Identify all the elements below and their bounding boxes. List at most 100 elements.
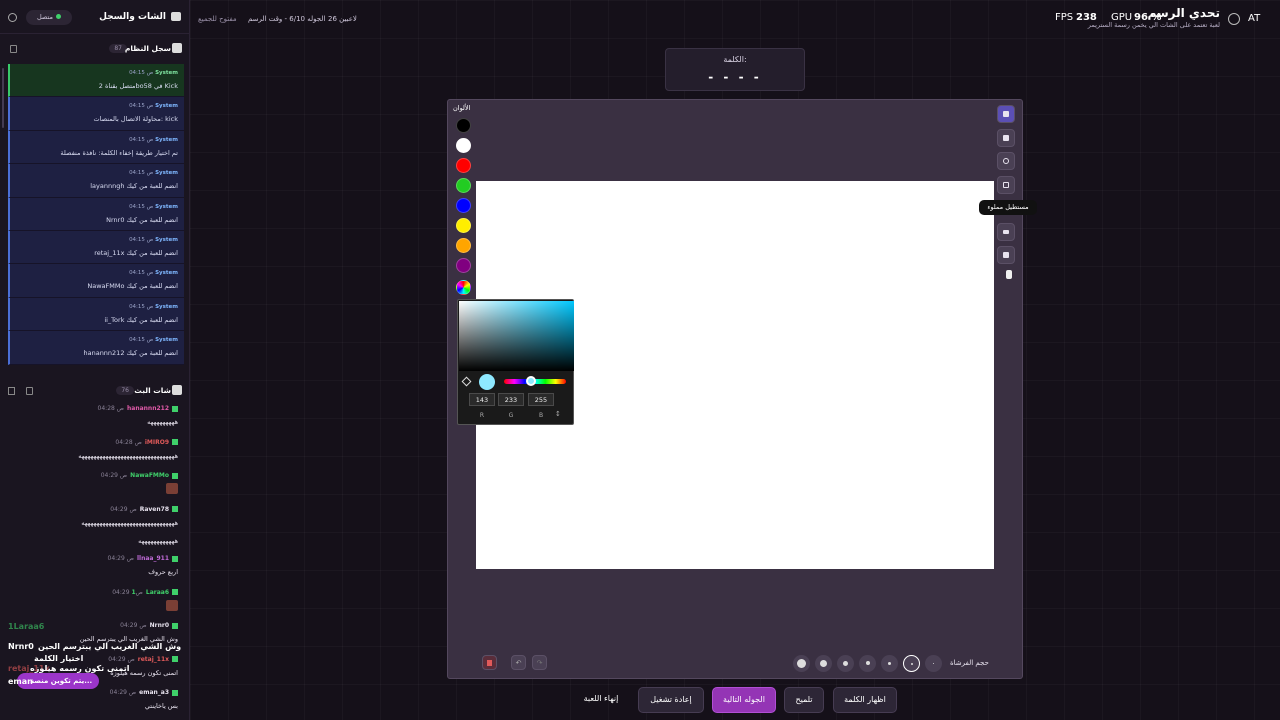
color-preview: [479, 374, 495, 390]
brush-size-xs[interactable]: [881, 655, 898, 672]
chat-text: هههههههههه: [147, 418, 178, 426]
rectangle-tool[interactable]: [997, 176, 1015, 194]
redo-icon: ↷: [536, 659, 543, 667]
overlay-user: 1Laraa6: [8, 622, 45, 631]
overlay-message: اتمنى تكون رسمه هيلوزه: [30, 664, 130, 673]
green-label: G: [508, 412, 514, 419]
brush-size-xl[interactable]: [793, 655, 810, 672]
red-label: R: [479, 412, 485, 419]
overlay-pill-text: يتم تكوين منصة...: [30, 677, 93, 685]
hint-button[interactable]: تلميح: [784, 687, 824, 713]
log-item: 04:15 ص System تم اختيار طريقة إخفاء الكل…: [8, 130, 184, 165]
log-item: 04:15 ص System layannngh انضم للعبة من كي…: [8, 164, 184, 198]
log-item: 04:15 ص System retaj_11x انضم للعبة من كي…: [8, 230, 184, 265]
chat-message: 04:28 ص iMIRO9 ههههههههههههههههههههههههههه…: [0, 437, 190, 471]
blue-input[interactable]: 255: [528, 393, 554, 406]
pencil-tool[interactable]: [997, 105, 1015, 123]
saturation-value-area[interactable]: [459, 301, 574, 371]
kick-icon: [172, 589, 178, 595]
chat-username: 04:29 ص Raven78: [110, 506, 178, 513]
settings-icon[interactable]: [8, 13, 17, 22]
undo-button[interactable]: ↶: [511, 655, 526, 670]
chat-count: 76: [116, 386, 134, 395]
top-bar: مفتوح للجميع الجوله 6/10 - وقت الرسم 26 …: [190, 0, 1280, 38]
fps-label: FPS: [1055, 12, 1074, 23]
color-swatch[interactable]: [456, 218, 471, 233]
log-message: hanannn212 انضم للعبة من كيك: [83, 349, 178, 358]
brush-size-min[interactable]: [925, 655, 942, 672]
redo-button[interactable]: ↷: [532, 655, 547, 670]
color-picker[interactable]: 143 233 255 R G B ↕: [457, 299, 574, 425]
brush-size-xxs[interactable]: [903, 655, 920, 672]
chat-icon: [171, 12, 181, 21]
circle-icon: [1003, 158, 1009, 164]
brush-size-icon: [843, 661, 848, 666]
log-meta: 04:15 ص System: [129, 337, 178, 344]
color-swatch[interactable]: [456, 178, 471, 193]
hue-slider-knob[interactable]: [526, 376, 536, 386]
log-meta: 04:15 ص System: [129, 303, 178, 310]
brush-size-s[interactable]: [859, 655, 876, 672]
eraser-tool[interactable]: [997, 129, 1015, 147]
connection-status: متصل: [26, 10, 72, 25]
clear-button[interactable]: [482, 655, 497, 670]
word-box: الكلمة: - - - -: [665, 48, 805, 91]
chat-username: 04:29 ص retaj_11x: [108, 656, 178, 663]
pencil-icon: [1003, 111, 1009, 117]
trash-icon: [487, 660, 492, 666]
chat-message: 04:29 ص1Laraa6: [0, 587, 190, 621]
chat-message: 04:29 ص NawaFMMo: [0, 470, 190, 504]
bucket-icon: [1003, 252, 1009, 258]
format-toggle-icon[interactable]: ↕: [555, 410, 561, 418]
chat-message: 04:28 ص hanannn212 هههههههههه: [0, 403, 190, 437]
red-input[interactable]: 143: [469, 393, 495, 406]
brush-size-m[interactable]: [837, 655, 854, 672]
log-item: 04:15 ص System NawaFMMo انضم للعبة من كيك: [8, 264, 184, 298]
log-meta: 04:15 ص System: [129, 136, 178, 143]
color-swatch[interactable]: [456, 198, 471, 213]
emote-icon: [166, 599, 178, 611]
filled-rectangle-tool[interactable]: [997, 223, 1015, 241]
kick-icon: [172, 689, 178, 696]
brush-size-l[interactable]: [815, 655, 832, 672]
chat-title: شات البث: [134, 386, 171, 395]
brush-size-icon: [797, 659, 806, 668]
log-item: 04:15 ص System Nrnr0 انضم للعبة من كيك: [8, 197, 184, 231]
color-swatch[interactable]: [456, 238, 471, 253]
eraser-icon: [1003, 135, 1009, 141]
log-meta: 04:15 ص System: [129, 70, 178, 76]
trash-icon[interactable]: [10, 45, 17, 53]
log-meta: 04:15 ص System: [129, 270, 178, 277]
chat-text: ههههههههههههه: [138, 537, 178, 545]
next-round-button[interactable]: الجوله التالية: [712, 687, 776, 713]
color-swatch[interactable]: [456, 118, 471, 133]
home-icon[interactable]: [1228, 13, 1240, 25]
color-swatch[interactable]: [456, 138, 471, 153]
menu-icon[interactable]: [8, 387, 15, 395]
end-game-button[interactable]: إنهاء اللعبة: [572, 687, 630, 713]
log-message: محاولة الاتصال بالمنصات: kick: [93, 115, 178, 124]
chat-username: 04:29 ص NawaFMMo: [101, 472, 178, 479]
brush-size-icon: [888, 662, 891, 665]
restart-button[interactable]: إعادة تشغيل: [638, 687, 704, 713]
circle-tool[interactable]: [997, 152, 1015, 170]
eyedropper-icon[interactable]: [461, 376, 472, 387]
log-message: تم اختيار طريقة إخفاء الكلمة: نافذة منفص…: [60, 148, 178, 157]
color-swatch[interactable]: [456, 258, 471, 273]
trash-icon[interactable]: [26, 387, 33, 395]
show-word-button[interactable]: اظهار الكلمة: [833, 687, 897, 713]
log-message: ii_Tork انضم للعبة من كيك: [104, 315, 178, 324]
kick-icon: [172, 405, 178, 412]
chat-username: 04:29 ص1Laraa6: [112, 589, 178, 596]
syslog-scrollbar[interactable]: [2, 68, 4, 128]
brush-size-icon: [865, 661, 870, 665]
custom-color-swatch[interactable]: [456, 280, 471, 295]
green-input[interactable]: 233: [498, 393, 524, 406]
sidebar: متصل الشات والسجل 87 سجل النظام 04:15 ص …: [0, 0, 190, 720]
rectangle-icon: [1003, 182, 1009, 188]
topbar-extra: AT: [1248, 13, 1261, 24]
color-swatch[interactable]: [456, 158, 471, 173]
lobby-mode: مفتوح للجميع: [198, 15, 237, 23]
syslog-list[interactable]: 04:15 ص System متصل بقناة 2bo58 في Kick 04…: [8, 64, 184, 377]
fill-bucket-tool[interactable]: [997, 246, 1015, 264]
